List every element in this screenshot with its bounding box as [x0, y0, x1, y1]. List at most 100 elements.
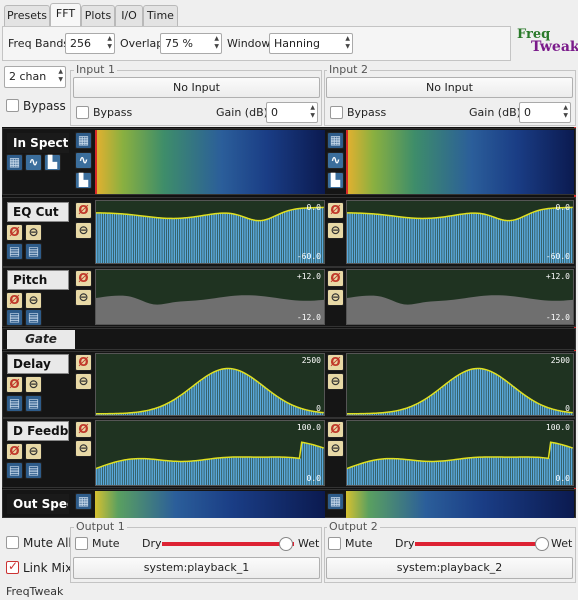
grid-icon[interactable]: ▤	[25, 395, 42, 412]
feedback-plot-1[interactable]: 100.0 0.0	[95, 420, 325, 486]
grid-icon[interactable]: ▦	[327, 493, 344, 510]
eq-plot-2[interactable]: 0.0 -60.0	[346, 200, 574, 264]
reset-icon[interactable]: Ø	[6, 292, 23, 309]
freq-bar	[270, 391, 273, 415]
gate-label[interactable]: Gate	[7, 330, 75, 349]
link-icon[interactable]: ⊖	[327, 373, 344, 390]
reset-icon[interactable]: Ø	[6, 443, 23, 460]
input-1-spectrogram	[95, 130, 325, 194]
grid-icon[interactable]: ▤	[6, 309, 23, 326]
tab-presets[interactable]: Presets	[4, 5, 50, 26]
reset-icon[interactable]: Ø	[75, 270, 92, 287]
freq-bar	[162, 218, 164, 263]
freq-bar	[515, 219, 517, 263]
pitch-plot-2[interactable]: +12.0 -12.0	[346, 269, 574, 325]
reset-icon[interactable]: Ø	[75, 202, 92, 219]
grid-icon[interactable]: ▤	[6, 395, 23, 412]
tab-io[interactable]: I/O	[115, 5, 143, 26]
grid-icon[interactable]: ▦	[75, 493, 92, 510]
reset-icon[interactable]: Ø	[327, 202, 344, 219]
window-select[interactable]: Hanning ▲ ▼	[269, 33, 353, 54]
link-icon[interactable]: ⊖	[75, 373, 92, 390]
grid-icon[interactable]: ▤	[25, 243, 42, 260]
bar-plot-icon[interactable]: ▙	[327, 172, 344, 189]
delay-plot-1[interactable]: 2500 0	[95, 353, 325, 416]
link-icon[interactable]: ⊖	[25, 224, 42, 241]
input-2-source-button[interactable]: No Input	[326, 77, 573, 98]
bar-plot-icon[interactable]: ▙	[75, 172, 92, 189]
spin-arrows-icon[interactable]: ▲ ▼	[107, 35, 112, 51]
grid-icon[interactable]: ▤	[6, 243, 23, 260]
output-1-mute-checkbox[interactable]	[75, 537, 88, 550]
link-mix-checkbox[interactable]	[6, 559, 19, 574]
input-1-gain-spin[interactable]: 0 ▲ ▼	[266, 102, 318, 123]
spin-arrows-icon[interactable]: ▲ ▼	[58, 68, 63, 84]
overlap-spin[interactable]: 75 % ▲ ▼	[160, 33, 222, 54]
line-plot-icon[interactable]: ∿	[25, 154, 42, 171]
reset-icon[interactable]: Ø	[327, 354, 344, 371]
link-icon[interactable]: ⊖	[75, 440, 92, 457]
tab-time[interactable]: Time	[143, 5, 178, 26]
slider-knob[interactable]	[279, 537, 294, 551]
grid-icon[interactable]: ▦	[6, 154, 23, 171]
input-2-bypass-checkbox[interactable]	[330, 106, 343, 119]
reset-icon[interactable]: Ø	[327, 421, 344, 438]
freq-bar	[222, 457, 224, 485]
input-1-source-button[interactable]: No Input	[73, 77, 320, 98]
reset-icon[interactable]: Ø	[327, 270, 344, 287]
grid-icon[interactable]: ▦	[327, 132, 344, 149]
line-plot-icon[interactable]: ∿	[327, 152, 344, 169]
tab-plots[interactable]: Plots	[81, 5, 115, 26]
freq-bar	[204, 459, 206, 485]
grid-icon[interactable]: ▦	[75, 132, 92, 149]
eq-plot-1[interactable]: 0.0 -60.0	[95, 200, 325, 264]
output-1-port-button[interactable]: system:playback_1	[73, 557, 320, 579]
freq-bar	[195, 460, 198, 485]
bar-plot-icon[interactable]: ▙	[44, 154, 61, 171]
link-icon[interactable]: ⊖	[75, 222, 92, 239]
mute-all-checkbox[interactable]	[6, 536, 19, 549]
reset-icon[interactable]: Ø	[6, 376, 23, 393]
reset-icon[interactable]: Ø	[6, 224, 23, 241]
spin-arrows-icon[interactable]: ▲ ▼	[214, 35, 219, 51]
delay-plot-2[interactable]: 2500 0	[346, 353, 574, 416]
reset-icon[interactable]: Ø	[75, 354, 92, 371]
slider-knob[interactable]	[534, 537, 549, 551]
link-icon[interactable]: ⊖	[25, 292, 42, 309]
link-icon[interactable]: ⊖	[327, 289, 344, 306]
channels-select[interactable]: 2 chan ▲ ▼	[4, 66, 66, 88]
output-1-mix-slider[interactable]	[162, 537, 294, 551]
line-plot-icon[interactable]: ∿	[75, 152, 92, 169]
link-icon[interactable]: ⊖	[327, 440, 344, 457]
spin-arrows-icon[interactable]: ▲ ▼	[345, 35, 350, 51]
input-2-gain-spin[interactable]: 0 ▲ ▼	[519, 102, 571, 123]
freq-bar	[570, 207, 573, 263]
freq-bar	[268, 457, 271, 485]
grid-icon[interactable]: ▤	[25, 462, 42, 479]
link-icon[interactable]: ⊖	[25, 443, 42, 460]
feedback-plot-2[interactable]: 100.0 0.0	[346, 420, 574, 486]
freq-bar	[126, 214, 129, 263]
link-icon[interactable]: ⊖	[25, 376, 42, 393]
output-2-mix-slider[interactable]	[415, 537, 549, 551]
output-2-mute-checkbox[interactable]	[328, 537, 341, 550]
output-2-port-button[interactable]: system:playback_2	[326, 557, 573, 579]
reset-icon[interactable]: Ø	[75, 421, 92, 438]
spin-arrows-icon[interactable]: ▲ ▼	[310, 104, 315, 120]
freq-bar	[391, 215, 393, 263]
grid-icon[interactable]: ▤	[25, 309, 42, 326]
freq-bar	[477, 457, 480, 485]
link-icon[interactable]: ⊖	[327, 222, 344, 239]
freq-bar	[122, 460, 125, 485]
freq-bar	[228, 213, 231, 263]
tab-fft[interactable]: FFT	[50, 3, 81, 26]
input-1-bypass-checkbox[interactable]	[76, 106, 89, 119]
freq-bands-spin[interactable]: 256 ▲ ▼	[65, 33, 115, 54]
bypass-all-checkbox[interactable]	[6, 99, 19, 112]
link-icon[interactable]: ⊖	[75, 289, 92, 306]
freq-bar	[266, 219, 268, 263]
pitch-plot-1[interactable]: +12.0 -12.0	[95, 269, 325, 325]
grid-icon[interactable]: ▤	[6, 462, 23, 479]
pitch-area	[347, 295, 573, 324]
spin-arrows-icon[interactable]: ▲ ▼	[563, 104, 568, 120]
